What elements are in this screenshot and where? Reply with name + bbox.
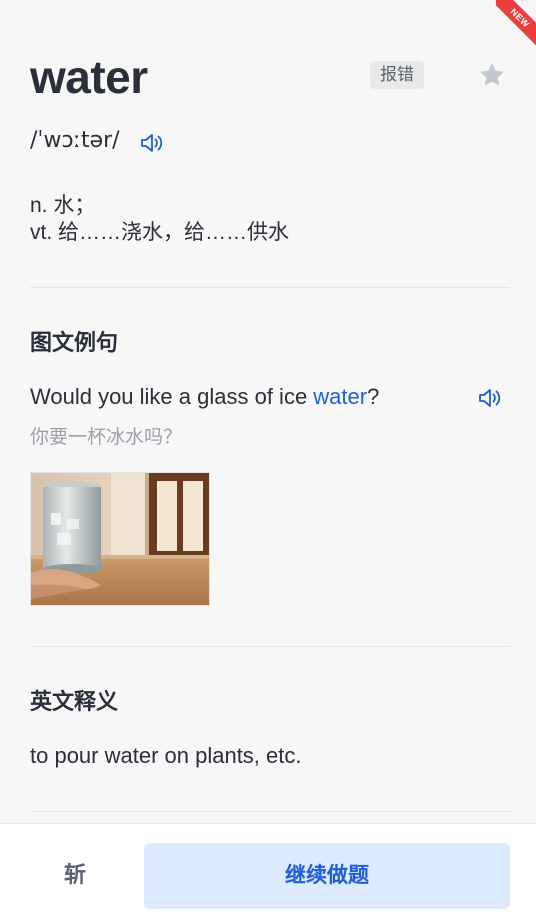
speaker-icon[interactable]: [140, 132, 166, 154]
english-definition-title: 英文释义: [30, 689, 119, 714]
phonetic: /ˈwɔːtər/: [30, 128, 120, 153]
cut-button[interactable]: 斩: [40, 860, 110, 890]
new-badge-label: NEW: [496, 0, 536, 46]
example-image[interactable]: [30, 472, 210, 606]
definition-line: n. 水；: [30, 194, 96, 217]
example-sentence-part: Would you like a glass of ice: [30, 384, 314, 409]
example-translation: 你要一杯冰水吗？: [30, 427, 183, 448]
speaker-icon[interactable]: [478, 387, 504, 409]
continue-button[interactable]: 继续做题: [144, 843, 510, 909]
english-definition: to pour water on plants, etc.: [30, 743, 302, 768]
divider: [30, 646, 510, 647]
new-badge: NEW: [496, 0, 536, 46]
example-highlight-word: water: [313, 384, 368, 409]
headword: water: [30, 51, 148, 103]
example-sentence-part: ?: [367, 384, 380, 409]
definition-line: vt. 给……浇水，给……供水: [30, 221, 290, 244]
bottom-action-bar: 斩 继续做题: [0, 823, 536, 924]
definitions: n. 水； vt. 给……浇水，给……供水: [30, 192, 289, 246]
example-section-title: 图文例句: [30, 330, 119, 355]
divider: [30, 287, 510, 288]
star-icon[interactable]: [477, 60, 507, 90]
report-error-button[interactable]: 报错: [370, 61, 424, 89]
example-sentence: Would you like a glass of ice water?: [30, 384, 379, 410]
divider: [30, 811, 510, 812]
